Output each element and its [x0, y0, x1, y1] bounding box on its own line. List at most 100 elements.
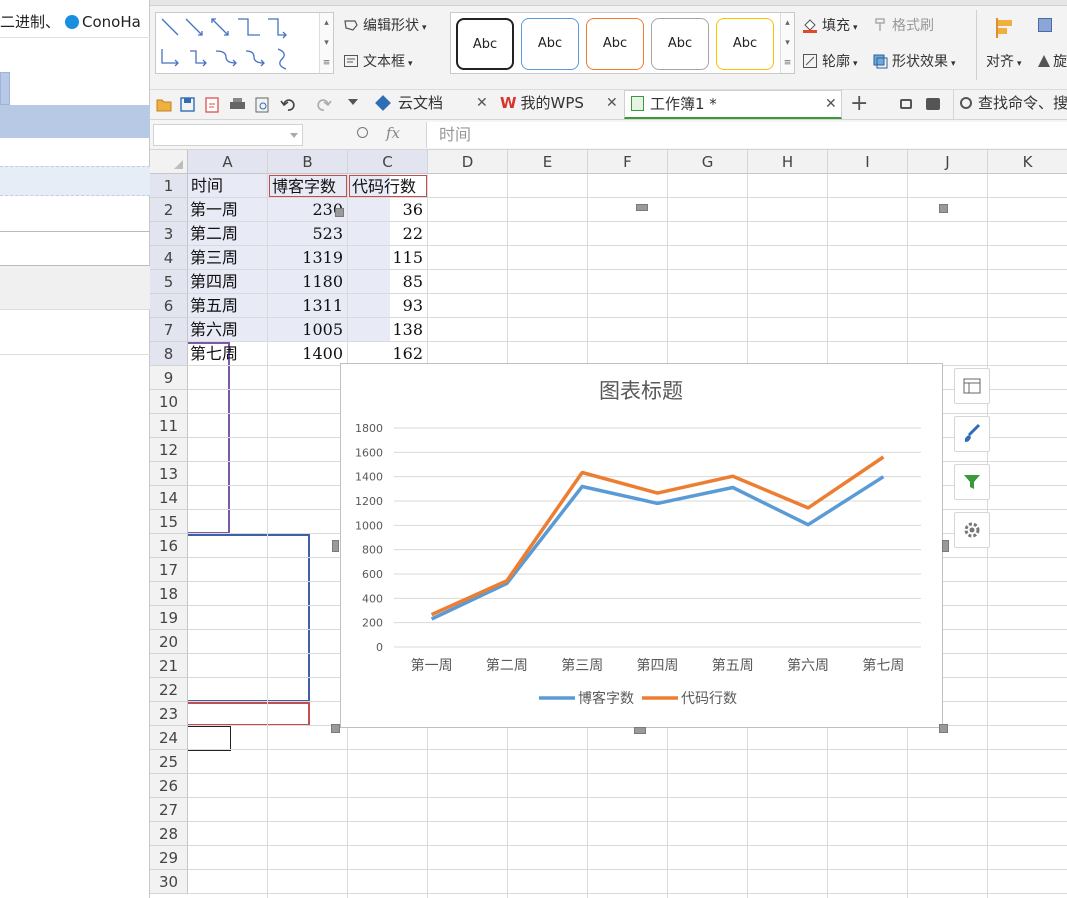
fill-button[interactable]: 填充 ▾ — [802, 15, 858, 37]
row-header[interactable]: 25 — [150, 750, 188, 774]
row-header[interactable]: 3 — [150, 222, 188, 246]
chart-style-button[interactable] — [954, 416, 990, 452]
table-cell[interactable]: 93 — [350, 294, 426, 318]
search-command[interactable]: 查找命令、搜 — [953, 90, 1067, 119]
quick-access-dropdown-icon[interactable] — [348, 99, 358, 105]
row-header[interactable]: 17 — [150, 558, 188, 582]
new-tab-icon[interactable]: + — [850, 91, 868, 117]
name-box[interactable] — [153, 124, 303, 146]
left-row-selected[interactable] — [0, 166, 150, 196]
style-gallery-scroll[interactable]: ▴ ▾ ≡ — [780, 13, 794, 73]
header-cell[interactable]: 博客字数 — [269, 175, 347, 197]
row-header[interactable]: 13 — [150, 462, 188, 486]
table-cell[interactable]: 138 — [350, 318, 426, 342]
tab-cloud-docs[interactable]: 云文档 ✕ — [375, 90, 494, 119]
column-header[interactable]: A — [188, 150, 268, 174]
formula-input[interactable]: 时间 — [426, 122, 1067, 148]
column-header[interactable]: K — [988, 150, 1067, 174]
header-cell[interactable]: 代码行数 — [349, 175, 427, 197]
row-header[interactable]: 28 — [150, 822, 188, 846]
bookmark-conoha[interactable]: ConoHa — [65, 12, 141, 32]
row-header[interactable]: 9 — [150, 366, 188, 390]
column-header[interactable]: G — [668, 150, 748, 174]
table-cell[interactable]: 85 — [350, 270, 426, 294]
column-header[interactable]: H — [748, 150, 828, 174]
close-icon[interactable]: ✕ — [606, 90, 618, 117]
close-icon[interactable]: ✕ — [825, 91, 837, 118]
row-header[interactable]: 21 — [150, 654, 188, 678]
text-box-button[interactable]: 文本框 ▾ — [343, 51, 413, 73]
resize-handle[interactable] — [939, 724, 948, 733]
line-chart[interactable]: 图表标题 0 200 400 600 800 1000 1200 1400 1600 1800 第一周… — [340, 363, 943, 728]
header-cell[interactable]: 时间 — [191, 174, 265, 198]
row-header[interactable]: 14 — [150, 486, 188, 510]
edit-shape-button[interactable]: 编辑形状 ▾ — [343, 15, 427, 37]
fx-icon[interactable]: fx — [386, 124, 400, 142]
row-header[interactable]: 27 — [150, 798, 188, 822]
table-cell[interactable]: 第四周 — [190, 270, 266, 294]
shape-style-gallery[interactable]: Abc Abc Abc Abc Abc ▴ ▾ ≡ — [450, 12, 795, 74]
tab-my-wps[interactable]: W 我的WPS ✕ — [500, 90, 618, 119]
left-panel-tab[interactable] — [0, 72, 10, 105]
collapse-ribbon-icon[interactable] — [926, 98, 940, 110]
row-header[interactable]: 19 — [150, 606, 188, 630]
column-header[interactable]: I — [828, 150, 908, 174]
row-header[interactable]: 26 — [150, 774, 188, 798]
column-header[interactable]: D — [428, 150, 508, 174]
row-header[interactable]: 7 — [150, 318, 188, 342]
style-gray[interactable]: Abc — [651, 18, 709, 70]
table-cell[interactable]: 第三周 — [190, 246, 266, 270]
row-header[interactable]: 1 — [150, 174, 188, 198]
table-cell[interactable]: 1319 — [270, 246, 346, 270]
row-header[interactable]: 5 — [150, 270, 188, 294]
style-gold[interactable]: Abc — [716, 18, 774, 70]
select-all-corner[interactable] — [150, 150, 188, 174]
table-cell[interactable]: 22 — [350, 222, 426, 246]
row-header[interactable]: 20 — [150, 630, 188, 654]
row-header[interactable]: 12 — [150, 438, 188, 462]
gallery-scroll[interactable]: ▴ ▾ ≡ — [319, 13, 333, 73]
row-header[interactable]: 11 — [150, 414, 188, 438]
row-header[interactable]: 16 — [150, 534, 188, 558]
row-header[interactable]: 22 — [150, 678, 188, 702]
row-header[interactable]: 2 — [150, 198, 188, 222]
row-header[interactable]: 30 — [150, 870, 188, 894]
chart-filter-button[interactable] — [954, 464, 990, 500]
table-cell[interactable]: 第七周 — [190, 342, 266, 366]
align-button[interactable]: 对齐 ▾ — [986, 51, 1022, 73]
table-cell[interactable]: 1180 — [270, 270, 346, 294]
row-header[interactable]: 23 — [150, 702, 188, 726]
row-header[interactable]: 29 — [150, 846, 188, 870]
outline-button[interactable]: 轮廓 ▾ — [802, 51, 858, 73]
chart-elements-button[interactable] — [954, 368, 990, 404]
resize-handle[interactable] — [335, 208, 344, 217]
column-header[interactable]: J — [908, 150, 988, 174]
resize-handle[interactable] — [942, 540, 949, 552]
row-header[interactable]: 4 — [150, 246, 188, 270]
format-painter-button[interactable]: 格式刷 — [872, 15, 934, 37]
rotate-button[interactable]: 旋 — [1038, 51, 1067, 73]
resize-handle[interactable] — [939, 204, 948, 213]
spreadsheet-grid[interactable]: A B C D E F G H I J K 1 2 3 4 5 6 7 8 9 10 11 12 13 14 15 16 17 18 19… — [150, 150, 1067, 898]
row-header[interactable]: 10 — [150, 390, 188, 414]
row-header[interactable]: 24 — [150, 726, 188, 750]
table-cell[interactable]: 第五周 — [190, 294, 266, 318]
style-black[interactable]: Abc — [456, 18, 514, 70]
table-cell[interactable]: 523 — [270, 222, 346, 246]
resize-handle[interactable] — [332, 540, 339, 552]
tab-workbook1[interactable]: 工作簿1 * ✕ — [624, 90, 842, 119]
table-cell[interactable]: 36 — [350, 198, 426, 222]
style-blue[interactable]: Abc — [521, 18, 579, 70]
table-cell[interactable]: 1400 — [270, 342, 346, 366]
column-header[interactable]: B — [268, 150, 348, 174]
row-header[interactable]: 6 — [150, 294, 188, 318]
resize-handle[interactable] — [636, 204, 648, 211]
resize-handle[interactable] — [331, 724, 340, 733]
table-cell[interactable]: 115 — [350, 246, 426, 270]
table-cell[interactable]: 第六周 — [190, 318, 266, 342]
column-header[interactable]: F — [588, 150, 668, 174]
row-header[interactable]: 8 — [150, 342, 188, 366]
bookmark-binary[interactable]: 二进制、 — [0, 12, 60, 32]
row-header[interactable]: 15 — [150, 510, 188, 534]
table-cell[interactable]: 1311 — [270, 294, 346, 318]
